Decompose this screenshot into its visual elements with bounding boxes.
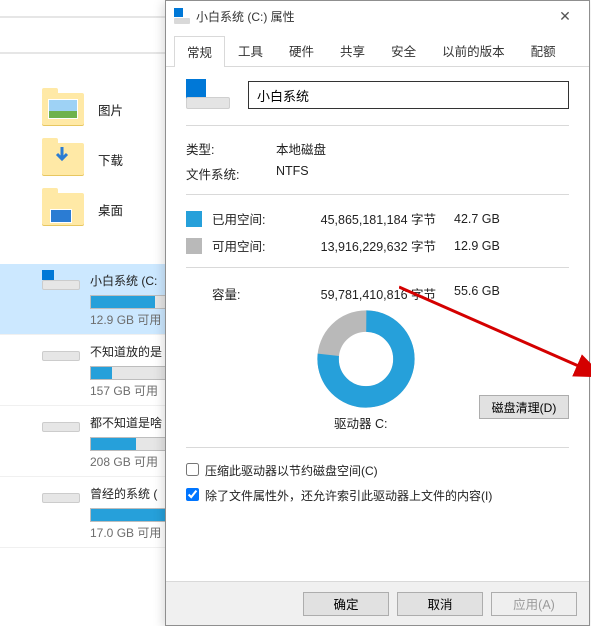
- drive-item[interactable]: 都不知道是啥 208 GB 可用: [0, 406, 180, 477]
- tab-0[interactable]: 常规: [174, 36, 225, 67]
- folder-label: 图片: [98, 100, 123, 119]
- disk-icon: [42, 270, 80, 290]
- usage-donut-chart: [316, 309, 416, 409]
- quick-access-list: 图片下载桌面: [0, 54, 180, 234]
- ok-button[interactable]: 确定: [303, 592, 389, 616]
- usage-bar: [90, 295, 174, 309]
- drive-name-input[interactable]: [248, 81, 569, 109]
- capacity-row: 容量: 59,781,410,816 字节 55.6 GB: [186, 278, 569, 305]
- filesystem-value: NTFS: [276, 164, 569, 183]
- folder-downloads[interactable]: 下载: [0, 134, 180, 184]
- drive-list: 小白系统 (C: 12.9 GB 可用不知道放的是 157 GB 可用都不知道是啥 2…: [0, 264, 180, 548]
- usage-bar: [90, 508, 174, 522]
- folder-label: 下载: [98, 150, 123, 169]
- used-label: 已用空间:: [212, 209, 284, 228]
- properties-dialog: 小白系统 (C:) 属性 ✕ 常规工具硬件共享安全以前的版本配额 类型:本地磁盘…: [165, 0, 590, 626]
- tab-6[interactable]: 配额: [518, 35, 569, 66]
- tab-4[interactable]: 安全: [378, 35, 429, 66]
- type-label: 类型:: [186, 139, 276, 158]
- dialog-title: 小白系统 (C:) 属性: [196, 8, 295, 25]
- folder-label: 桌面: [98, 200, 123, 219]
- capacity-label: 容量:: [186, 284, 284, 303]
- used-space-row: 已用空间: 45,865,181,184 字节 42.7 GB: [186, 205, 569, 232]
- titlebar: 小白系统 (C:) 属性 ✕: [166, 1, 589, 31]
- capacity-gb: 55.6 GB: [454, 284, 514, 303]
- general-panel: 类型:本地磁盘 文件系统:NTFS 已用空间: 45,865,181,184 字…: [166, 67, 589, 508]
- tab-5[interactable]: 以前的版本: [429, 35, 518, 66]
- folder-desktop[interactable]: 桌面: [0, 184, 180, 234]
- close-icon[interactable]: ✕: [545, 2, 585, 30]
- drive-icon: [174, 8, 190, 24]
- used-bytes: 45,865,181,184 字节: [284, 209, 454, 228]
- cancel-button[interactable]: 取消: [397, 592, 483, 616]
- disk-cleanup-button[interactable]: 磁盘清理(D): [479, 395, 569, 419]
- drive-icon: [186, 81, 230, 109]
- disk-icon: [42, 412, 80, 432]
- used-swatch-icon: [186, 211, 202, 227]
- drive-sub: 17.0 GB 可用: [90, 524, 174, 541]
- explorer-ribbon: [0, 16, 180, 54]
- type-value: 本地磁盘: [276, 139, 569, 158]
- folder-icon: [42, 143, 84, 175]
- tab-2[interactable]: 硬件: [276, 35, 327, 66]
- drive-sub: 12.9 GB 可用: [90, 311, 174, 328]
- folder-icon: [42, 193, 84, 225]
- apply-button[interactable]: 应用(A): [491, 592, 577, 616]
- drive-title: 小白系统 (C:: [90, 272, 157, 289]
- dialog-footer: 确定 取消 应用(A): [166, 581, 589, 625]
- used-gb: 42.7 GB: [454, 212, 514, 226]
- compress-checkbox-row[interactable]: 压缩此驱动器以节约磁盘空间(C): [186, 458, 569, 483]
- tab-3[interactable]: 共享: [327, 35, 378, 66]
- free-space-row: 可用空间: 13,916,229,632 字节 12.9 GB: [186, 232, 569, 259]
- compress-checkbox[interactable]: [186, 463, 199, 476]
- capacity-bytes: 59,781,410,816 字节: [284, 284, 454, 303]
- drive-sub: 208 GB 可用: [90, 453, 174, 470]
- free-swatch-icon: [186, 238, 202, 254]
- compress-label: 压缩此驱动器以节约磁盘空间(C): [205, 462, 378, 479]
- free-gb: 12.9 GB: [454, 239, 514, 253]
- free-label: 可用空间:: [212, 236, 284, 255]
- index-checkbox-row[interactable]: 除了文件属性外，还允许索引此驱动器上文件的内容(I): [186, 483, 569, 508]
- usage-bar: [90, 366, 174, 380]
- folder-pictures[interactable]: 图片: [0, 84, 180, 134]
- drive-title: 不知道放的是: [90, 343, 162, 360]
- free-bytes: 13,916,229,632 字节: [284, 236, 454, 255]
- folder-icon: [42, 93, 84, 125]
- index-checkbox[interactable]: [186, 488, 199, 501]
- disk-icon: [42, 483, 80, 503]
- explorer-window: 图片下载桌面 小白系统 (C: 12.9 GB 可用不知道放的是 157 GB 可用…: [0, 16, 180, 548]
- filesystem-label: 文件系统:: [186, 164, 276, 183]
- drive-title: 都不知道是啥: [90, 414, 162, 431]
- drive-sub: 157 GB 可用: [90, 382, 174, 399]
- index-label: 除了文件属性外，还允许索引此驱动器上文件的内容(I): [205, 487, 492, 504]
- drive-item[interactable]: 曾经的系统 ( 17.0 GB 可用: [0, 477, 180, 548]
- drive-title: 曾经的系统 (: [90, 485, 157, 502]
- usage-bar: [90, 437, 174, 451]
- disk-icon: [42, 341, 80, 361]
- drive-letter-label: 驱动器 C:: [334, 413, 387, 432]
- tab-strip: 常规工具硬件共享安全以前的版本配额: [166, 31, 589, 67]
- tab-1[interactable]: 工具: [225, 35, 276, 66]
- drive-item[interactable]: 小白系统 (C: 12.9 GB 可用: [0, 264, 180, 335]
- drive-item[interactable]: 不知道放的是 157 GB 可用: [0, 335, 180, 406]
